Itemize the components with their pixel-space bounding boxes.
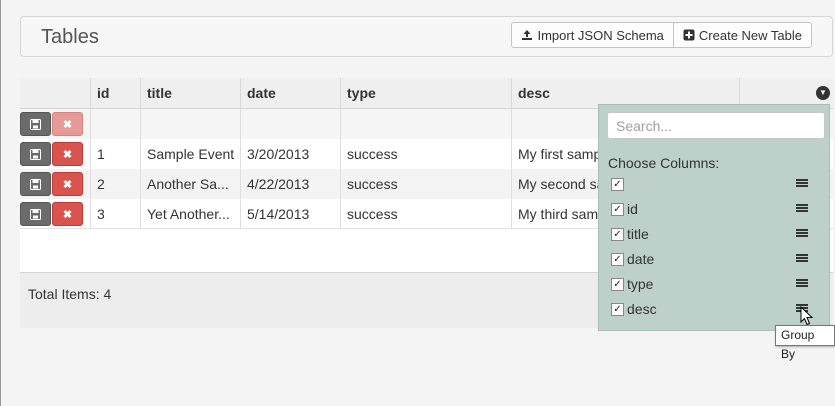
cell-id[interactable] xyxy=(90,109,140,139)
close-icon: ✖ xyxy=(62,148,73,161)
column-menu-label: title xyxy=(627,226,649,242)
cell-date[interactable] xyxy=(240,109,340,139)
column-checkbox[interactable]: ✓ xyxy=(611,228,624,241)
floppy-disk-icon xyxy=(30,148,41,160)
tables-panel-header: Tables Import JSON Schema Create New Tab… xyxy=(20,16,833,57)
floppy-disk-icon xyxy=(30,178,41,190)
column-menu-item[interactable]: ✓ xyxy=(611,175,821,195)
save-row-button[interactable] xyxy=(20,172,51,196)
column-menu-item[interactable]: ✓ desc xyxy=(611,300,821,320)
cell-type[interactable]: success xyxy=(340,199,511,229)
column-menu-item[interactable]: ✓ id xyxy=(611,200,821,220)
save-row-button[interactable] xyxy=(20,202,51,226)
delete-row-button[interactable]: ✖ xyxy=(52,112,83,136)
column-search-input[interactable] xyxy=(607,112,825,139)
cell-type[interactable]: success xyxy=(340,139,511,169)
column-checkbox[interactable]: ✓ xyxy=(611,178,624,191)
cell-title[interactable]: Sample Event xyxy=(140,139,240,169)
window-edge xyxy=(0,0,1,406)
cell-date[interactable]: 3/20/2013 xyxy=(240,139,340,169)
list-icon[interactable] xyxy=(796,179,808,190)
choose-columns-heading: Choose Columns: xyxy=(608,155,720,171)
column-checkbox[interactable]: ✓ xyxy=(611,278,624,291)
cell-id[interactable]: 2 xyxy=(90,169,140,199)
create-new-table-button[interactable]: Create New Table xyxy=(673,22,812,48)
cell-type[interactable] xyxy=(340,109,511,139)
import-json-schema-button[interactable]: Import JSON Schema xyxy=(511,22,674,48)
close-icon: ✖ xyxy=(62,178,73,191)
cell-type[interactable]: success xyxy=(340,169,511,199)
import-json-schema-label: Import JSON Schema xyxy=(537,27,664,43)
create-new-table-label: Create New Table xyxy=(698,27,802,43)
list-icon[interactable] xyxy=(796,254,808,265)
column-menu-label: type xyxy=(627,276,654,292)
list-icon[interactable] xyxy=(796,204,808,215)
column-menu-toggle-button[interactable]: ▼ xyxy=(816,86,830,100)
list-icon[interactable] xyxy=(796,229,808,240)
save-row-button[interactable] xyxy=(20,112,51,136)
floppy-disk-icon xyxy=(30,118,41,130)
column-menu-item[interactable]: ✓ title xyxy=(611,225,821,245)
save-row-button[interactable] xyxy=(20,142,51,166)
cell-id[interactable]: 1 xyxy=(90,139,140,169)
page-title: Tables xyxy=(41,26,99,48)
close-icon: ✖ xyxy=(62,118,73,131)
column-menu-label: id xyxy=(627,201,638,217)
delete-row-button[interactable]: ✖ xyxy=(52,142,83,166)
column-header-title[interactable]: title xyxy=(140,78,240,109)
column-menu-item[interactable]: ✓ type xyxy=(611,275,821,295)
close-icon: ✖ xyxy=(62,208,73,221)
column-checkbox[interactable]: ✓ xyxy=(611,203,624,216)
cell-date[interactable]: 5/14/2013 xyxy=(240,199,340,229)
column-menu-label: desc xyxy=(627,301,657,317)
cell-title[interactable] xyxy=(140,109,240,139)
column-chooser-menu: Choose Columns: ✓ ✓ id ✓ title ✓ date ✓ … xyxy=(598,104,830,331)
cell-title[interactable]: Another Sa... xyxy=(140,169,240,199)
plus-square-icon xyxy=(683,29,695,41)
header-button-group: Import JSON Schema Create New Table xyxy=(511,22,812,48)
mouse-cursor-icon xyxy=(800,306,814,326)
list-icon[interactable] xyxy=(796,279,808,290)
cell-id[interactable]: 3 xyxy=(90,199,140,229)
cell-title[interactable]: Yet Another... xyxy=(140,199,240,229)
cell-date[interactable]: 4/22/2013 xyxy=(240,169,340,199)
column-header-type[interactable]: type xyxy=(340,78,511,109)
floppy-disk-icon xyxy=(30,208,41,220)
column-header-date[interactable]: date xyxy=(240,78,340,109)
column-menu-item[interactable]: ✓ date xyxy=(611,250,821,270)
total-items-label: Total Items: 4 xyxy=(28,286,112,302)
column-header-id[interactable]: id xyxy=(90,78,140,109)
chevron-down-icon: ▼ xyxy=(819,88,827,97)
group-by-tooltip: Group By xyxy=(775,325,835,361)
column-menu-label: date xyxy=(627,251,655,267)
column-checkbox[interactable]: ✓ xyxy=(611,303,624,316)
upload-icon xyxy=(522,30,533,40)
column-checkbox[interactable]: ✓ xyxy=(611,253,624,266)
delete-row-button[interactable]: ✖ xyxy=(52,172,83,196)
delete-row-button[interactable]: ✖ xyxy=(52,202,83,226)
